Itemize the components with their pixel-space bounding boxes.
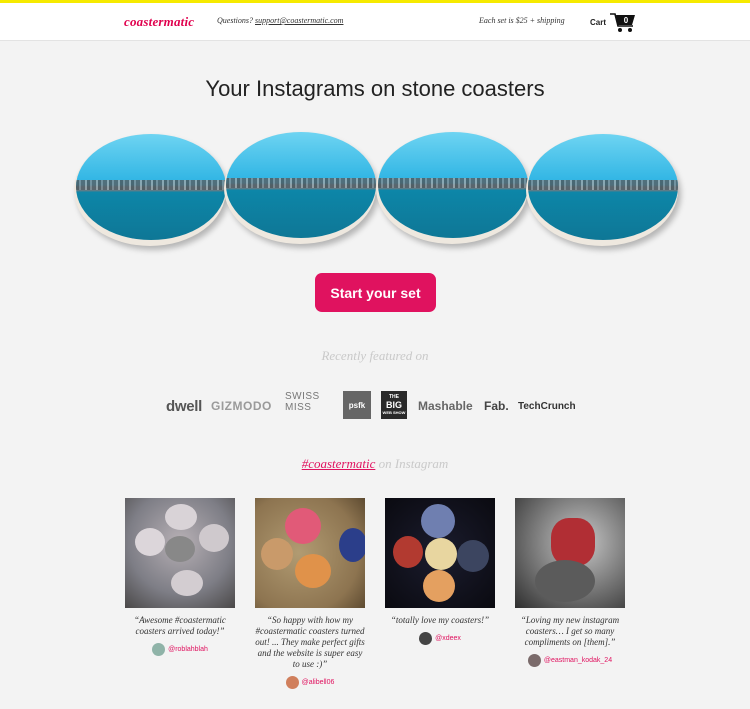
post-user: @roblahblah bbox=[125, 643, 235, 656]
cart-count: 0 bbox=[623, 16, 629, 25]
price-note: Each set is $25 + shipping bbox=[479, 16, 565, 25]
instagram-photo[interactable] bbox=[255, 498, 365, 608]
site-logo[interactable]: coastermatic bbox=[124, 14, 194, 30]
featured-on-label: Recently featured on bbox=[321, 348, 429, 363]
bigwebshow-line-2: BIG bbox=[385, 400, 402, 410]
coaster-image bbox=[376, 132, 528, 244]
questions-label: Questions? bbox=[217, 16, 253, 25]
post-quote: “Loving my new instagram coasters… I get… bbox=[520, 615, 620, 647]
swissmiss-line-1: SWISS bbox=[285, 391, 320, 402]
instagram-photo[interactable] bbox=[125, 498, 235, 608]
post-user: @alibell06 bbox=[255, 676, 365, 689]
press-logo-big-web-show: THE BIG WEB SHOW bbox=[381, 391, 407, 419]
avatar bbox=[152, 643, 166, 656]
post-user: @xdeex bbox=[385, 632, 495, 645]
hero-headline: Your Instagrams on stone coasters bbox=[205, 76, 545, 101]
press-logo-fab: Fab. bbox=[484, 399, 509, 413]
avatar bbox=[419, 632, 433, 645]
cart-label: Cart bbox=[590, 17, 607, 27]
coaster-image bbox=[526, 134, 678, 246]
bigwebshow-line-3: WEB SHOW bbox=[382, 410, 406, 415]
start-your-set-button[interactable]: Start your set bbox=[315, 273, 436, 312]
coaster-image bbox=[224, 132, 376, 244]
instagram-photo[interactable] bbox=[385, 498, 495, 608]
post-quote: “totally love my coasters!” bbox=[390, 615, 490, 625]
press-logo-techcrunch: TechCrunch bbox=[518, 400, 576, 412]
coaster-photo-banner bbox=[70, 128, 682, 248]
post-user: @eastman_kodak_24 bbox=[515, 654, 625, 667]
press-logo-mashable: Mashable bbox=[418, 399, 473, 413]
support-email-link[interactable]: support@coastermatic.com bbox=[255, 16, 343, 25]
instagram-post: “totally love my coasters!” @xdeex bbox=[385, 498, 495, 645]
post-quote: “Awesome #coastermatic coasters arrived … bbox=[134, 615, 226, 636]
press-logo-gizmodo: GIZMODO bbox=[211, 399, 272, 413]
press-logo-dwell: dwell bbox=[166, 397, 203, 415]
user-handle-link[interactable]: @eastman_kodak_24 bbox=[544, 657, 612, 664]
site-header: coastermatic Questions? support@coasterm… bbox=[0, 3, 750, 41]
press-logo-swissmiss: SWISS MISS bbox=[285, 391, 335, 421]
press-logo-psfk: psfk bbox=[343, 391, 371, 419]
instagram-post: “Awesome #coastermatic coasters arrived … bbox=[125, 498, 235, 656]
avatar bbox=[285, 676, 299, 689]
instagram-heading: #coastermatic on Instagram bbox=[0, 456, 750, 472]
instagram-photo[interactable] bbox=[515, 498, 625, 608]
coaster-image bbox=[74, 134, 226, 246]
instagram-post: “So happy with how my #coastermatic coas… bbox=[255, 498, 365, 689]
cart-button[interactable]: Cart 0 bbox=[590, 11, 636, 33]
instagram-heading-suffix: on Instagram bbox=[378, 456, 449, 471]
user-handle-link[interactable]: @alibell06 bbox=[302, 679, 335, 686]
hashtag-link[interactable]: #coastermatic bbox=[302, 456, 376, 471]
user-handle-link[interactable]: @xdeex bbox=[435, 635, 461, 642]
user-handle-link[interactable]: @roblahblah bbox=[168, 646, 208, 653]
swissmiss-line-2: MISS bbox=[285, 402, 312, 413]
post-quote: “So happy with how my #coastermatic coas… bbox=[255, 615, 365, 669]
support-contact: Questions? support@coastermatic.com bbox=[217, 16, 343, 25]
instagram-post: “Loving my new instagram coasters… I get… bbox=[515, 498, 625, 667]
cart-icon: 0 bbox=[610, 11, 636, 33]
avatar bbox=[527, 654, 541, 667]
